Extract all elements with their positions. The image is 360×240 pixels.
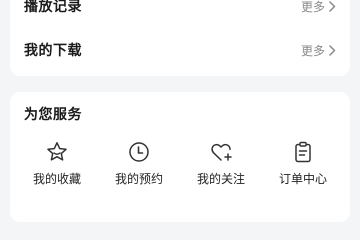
my-downloads-title: 我的下载 xyxy=(24,43,82,59)
services-title: 为您服务 xyxy=(24,107,82,123)
service-favorites-label: 我的收藏 xyxy=(32,172,81,186)
services-card: 为您服务 我的收藏 我的预约 我的关注 订单中心 xyxy=(10,92,350,222)
service-favorites[interactable]: 我的收藏 xyxy=(18,140,96,187)
star-icon xyxy=(47,142,67,161)
service-following[interactable]: 我的关注 xyxy=(182,140,260,187)
clock-icon xyxy=(129,142,149,162)
my-downloads-more-link[interactable]: 更多 xyxy=(301,42,336,59)
play-history-more-link[interactable]: 更多 xyxy=(301,0,336,15)
service-reservations-label: 我的预约 xyxy=(114,172,163,186)
history-downloads-card: 播放记录 更多 我的下载 更多 xyxy=(10,0,350,76)
more-label: 更多 xyxy=(300,0,325,14)
service-reservations[interactable]: 我的预约 xyxy=(100,140,178,187)
service-following-label: 我的关注 xyxy=(196,172,245,186)
service-orders-label: 订单中心 xyxy=(278,172,327,186)
chevron-right-icon xyxy=(329,0,336,12)
play-history-title: 播放记录 xyxy=(24,0,82,15)
chevron-right-icon xyxy=(329,44,336,56)
clipboard-icon xyxy=(295,141,311,163)
my-downloads-row[interactable]: 我的下载 更多 xyxy=(24,38,336,62)
service-orders[interactable]: 订单中心 xyxy=(264,140,342,187)
play-history-row[interactable]: 播放记录 更多 xyxy=(24,0,336,18)
more-label: 更多 xyxy=(300,43,325,58)
heart-plus-icon xyxy=(211,143,232,161)
services-grid: 我的收藏 我的预约 我的关注 订单中心 xyxy=(10,140,350,187)
